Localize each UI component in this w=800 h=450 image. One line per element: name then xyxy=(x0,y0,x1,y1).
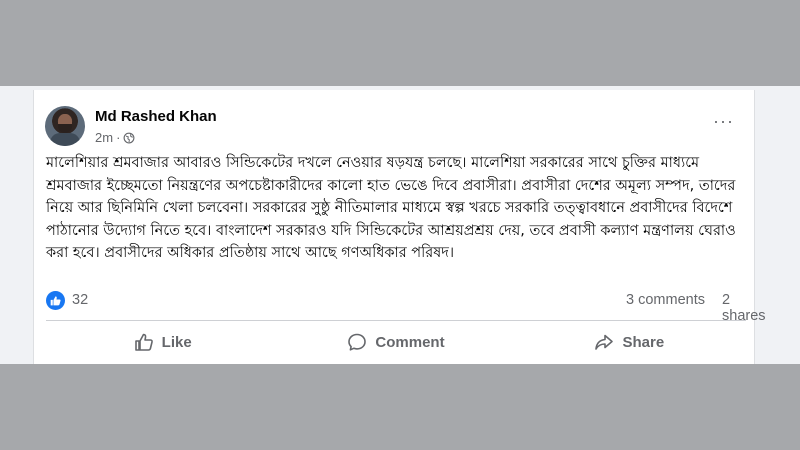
comment-button[interactable]: Comment xyxy=(279,324,512,360)
post-card: Md Rashed Khan 2m · ··· মালেশিয়ার শ্রমব… xyxy=(33,90,766,364)
thumbs-up-outline-icon xyxy=(134,333,153,351)
like-button[interactable]: Like xyxy=(46,324,279,360)
share-label: Share xyxy=(622,333,665,351)
actions-divider xyxy=(46,320,746,321)
reaction-count[interactable]: 32 xyxy=(72,292,88,308)
author-name[interactable]: Md Rashed Khan xyxy=(95,108,217,125)
avatar-shirt xyxy=(50,133,80,146)
post-meta: 2m · xyxy=(95,130,135,145)
share-button[interactable]: Share xyxy=(513,324,746,360)
thumbs-up-icon[interactable] xyxy=(46,291,65,310)
comment-label: Comment xyxy=(375,333,445,351)
avatar-beard xyxy=(58,124,72,133)
comments-count[interactable]: 3 comments xyxy=(626,292,705,308)
share-icon xyxy=(595,334,614,350)
like-label: Like xyxy=(161,333,192,351)
author-avatar[interactable] xyxy=(45,106,85,146)
meta-separator: · xyxy=(116,130,121,145)
post-text: মালেশিয়ার শ্রমবাজার আবারও সিন্ডিকেটের দ… xyxy=(46,155,736,261)
comment-icon xyxy=(348,333,367,351)
globe-icon xyxy=(123,132,135,143)
post-actions: Like Comment Share xyxy=(46,324,746,360)
ellipsis-icon[interactable]: ··· xyxy=(713,112,734,130)
post-stats: 32 3 comments 2 shares xyxy=(46,290,766,324)
post-timestamp[interactable]: 2m xyxy=(95,130,113,145)
